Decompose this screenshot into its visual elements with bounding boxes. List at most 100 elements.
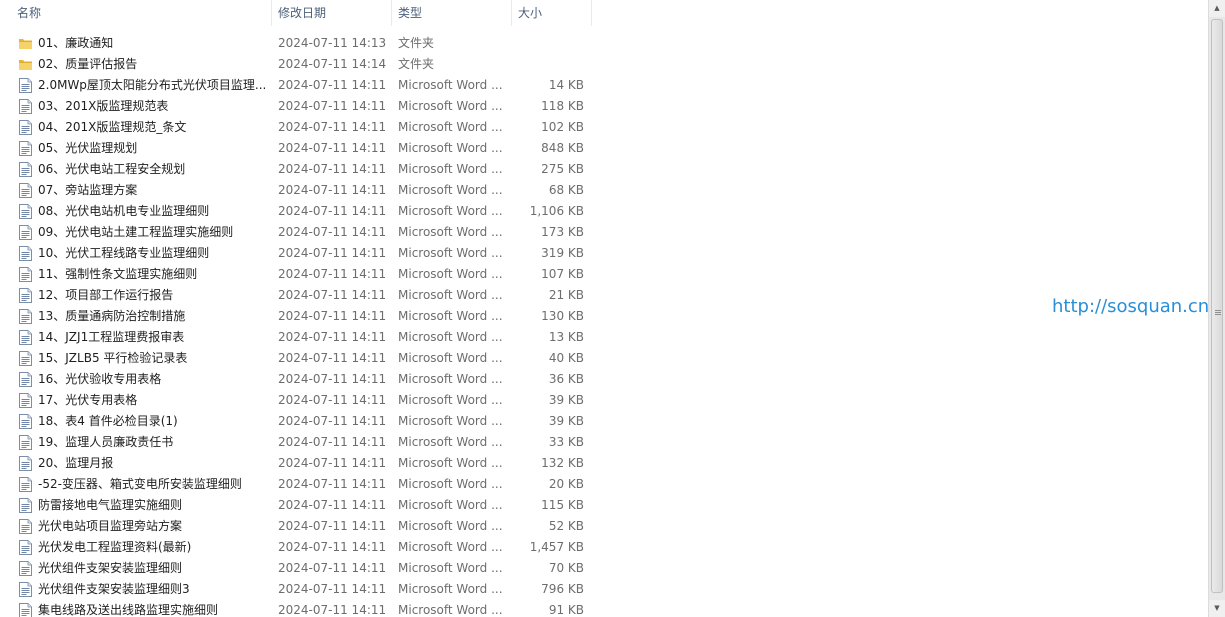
word-document-icon: [19, 246, 32, 261]
file-name: 08、光伏电站机电专业监理细则: [38, 204, 210, 218]
vertical-scrollbar[interactable]: ▲ ▼: [1208, 0, 1225, 617]
file-row[interactable]: 14、JZJ1工程监理费报审表 2024-07-11 14:11 Microso…: [0, 327, 600, 348]
file-name: 2.0MWp屋顶太阳能分布式光伏项目监理...: [38, 78, 267, 92]
file-size: 1,106 KB: [529, 204, 584, 218]
file-type: Microsoft Word ...: [398, 246, 503, 260]
column-header-type[interactable]: 类型: [392, 0, 512, 26]
scroll-up-button[interactable]: ▲: [1209, 0, 1225, 17]
file-size: 115 KB: [541, 498, 584, 512]
file-type: Microsoft Word ...: [398, 582, 503, 596]
file-row[interactable]: 集电线路及送出线路监理实施细则 2024-07-11 14:11 Microso…: [0, 600, 600, 617]
file-type: Microsoft Word ...: [398, 519, 503, 533]
file-row[interactable]: 15、JZLB5 平行检验记录表 2024-07-11 14:11 Micros…: [0, 348, 600, 369]
file-row[interactable]: 04、201X版监理规范_条文 2024-07-11 14:11 Microso…: [0, 117, 600, 138]
file-row[interactable]: 02、质量评估报告 2024-07-11 14:14 文件夹: [0, 54, 600, 75]
file-name: 04、201X版监理规范_条文: [38, 120, 187, 134]
file-name: 19、监理人员廉政责任书: [38, 435, 174, 449]
file-name: 14、JZJ1工程监理费报审表: [38, 330, 185, 344]
file-name: 12、项目部工作运行报告: [38, 288, 174, 302]
word-document-icon: [19, 561, 32, 576]
file-size: 130 KB: [541, 309, 584, 323]
column-header-name[interactable]: 名称 ˄: [0, 0, 272, 26]
file-modified-date: 2024-07-11 14:11: [278, 225, 387, 239]
file-size: 102 KB: [541, 120, 584, 134]
file-modified-date: 2024-07-11 14:11: [278, 603, 387, 617]
file-row[interactable]: 12、项目部工作运行报告 2024-07-11 14:11 Microsoft …: [0, 285, 600, 306]
file-type: Microsoft Word ...: [398, 561, 503, 575]
scroll-thumb[interactable]: [1211, 19, 1223, 593]
file-type: Microsoft Word ...: [398, 120, 503, 134]
file-row[interactable]: 光伏发电工程监理资料(最新) 2024-07-11 14:11 Microsof…: [0, 537, 600, 558]
file-type: 文件夹: [398, 57, 435, 71]
word-document-icon: [19, 225, 32, 240]
word-document-icon: [19, 372, 32, 387]
file-row[interactable]: 13、质量通病防治控制措施 2024-07-11 14:11 Microsoft…: [0, 306, 600, 327]
file-type: Microsoft Word ...: [398, 393, 503, 407]
file-modified-date: 2024-07-11 14:13: [278, 36, 387, 50]
file-modified-date: 2024-07-11 14:11: [278, 456, 387, 470]
column-header-name-label: 名称: [17, 6, 42, 20]
file-type: Microsoft Word ...: [398, 477, 503, 491]
file-row[interactable]: 09、光伏电站土建工程监理实施细则 2024-07-11 14:11 Micro…: [0, 222, 600, 243]
file-row[interactable]: 19、监理人员廉政责任书 2024-07-11 14:11 Microsoft …: [0, 432, 600, 453]
file-row[interactable]: 03、201X版监理规范表 2024-07-11 14:11 Microsoft…: [0, 96, 600, 117]
file-row[interactable]: 10、光伏工程线路专业监理细则 2024-07-11 14:11 Microso…: [0, 243, 600, 264]
column-header-type-label: 类型: [398, 6, 423, 20]
file-modified-date: 2024-07-11 14:11: [278, 162, 387, 176]
word-document-icon: [19, 183, 32, 198]
file-size: [512, 54, 584, 75]
file-row[interactable]: 01、廉政通知 2024-07-11 14:13 文件夹: [0, 33, 600, 54]
word-document-icon: [19, 519, 32, 534]
word-document-icon: [19, 141, 32, 156]
file-row[interactable]: 光伏电站项目监理旁站方案 2024-07-11 14:11 Microsoft …: [0, 516, 600, 537]
file-modified-date: 2024-07-11 14:14: [278, 57, 387, 71]
file-size: [512, 33, 584, 54]
file-explorer-window: 名称 ˄ 修改日期 类型 大小 01、廉政通知 2024-07-11 14:13…: [0, 0, 1225, 617]
word-document-icon: [19, 162, 32, 177]
file-row[interactable]: 07、旁站监理方案 2024-07-11 14:11 Microsoft Wor…: [0, 180, 600, 201]
file-size: 36 KB: [548, 372, 584, 386]
file-row[interactable]: 20、监理月报 2024-07-11 14:11 Microsoft Word …: [0, 453, 600, 474]
file-name: 13、质量通病防治控制措施: [38, 309, 186, 323]
file-type: Microsoft Word ...: [398, 267, 503, 281]
file-type: Microsoft Word ...: [398, 540, 503, 554]
file-row[interactable]: 05、光伏监理规划 2024-07-11 14:11 Microsoft Wor…: [0, 138, 600, 159]
file-row[interactable]: 光伏组件支架安装监理细则 2024-07-11 14:11 Microsoft …: [0, 558, 600, 579]
file-row[interactable]: 11、强制性条文监理实施细则 2024-07-11 14:11 Microsof…: [0, 264, 600, 285]
sort-ascending-icon: ˄: [136, 0, 141, 8]
file-row[interactable]: 06、光伏电站工程安全规划 2024-07-11 14:11 Microsoft…: [0, 159, 600, 180]
file-size: 68 KB: [548, 183, 584, 197]
file-row[interactable]: -52-变压器、箱式变电所安装监理细则 2024-07-11 14:11 Mic…: [0, 474, 600, 495]
file-modified-date: 2024-07-11 14:11: [278, 414, 387, 428]
file-row[interactable]: 08、光伏电站机电专业监理细则 2024-07-11 14:11 Microso…: [0, 201, 600, 222]
file-name: 18、表4 首件必检目录(1): [38, 414, 178, 428]
file-name: 光伏发电工程监理资料(最新): [38, 540, 192, 554]
file-type: Microsoft Word ...: [398, 78, 503, 92]
file-size: 14 KB: [548, 78, 584, 92]
column-header-size[interactable]: 大小: [512, 0, 592, 26]
file-name: 17、光伏专用表格: [38, 393, 138, 407]
word-document-icon: [19, 456, 32, 471]
file-size: 21 KB: [548, 288, 584, 302]
column-header-date[interactable]: 修改日期: [272, 0, 392, 26]
file-name: 11、强制性条文监理实施细则: [38, 267, 198, 281]
file-row[interactable]: 17、光伏专用表格 2024-07-11 14:11 Microsoft Wor…: [0, 390, 600, 411]
file-row[interactable]: 光伏组件支架安装监理细则3 2024-07-11 14:11 Microsoft…: [0, 579, 600, 600]
file-row[interactable]: 16、光伏验收专用表格 2024-07-11 14:11 Microsoft W…: [0, 369, 600, 390]
file-row[interactable]: 18、表4 首件必检目录(1) 2024-07-11 14:11 Microso…: [0, 411, 600, 432]
file-name: 01、廉政通知: [38, 36, 114, 50]
file-type: Microsoft Word ...: [398, 99, 503, 113]
file-modified-date: 2024-07-11 14:11: [278, 99, 387, 113]
word-document-icon: [19, 393, 32, 408]
word-document-icon: [19, 603, 32, 617]
file-size: 91 KB: [548, 603, 584, 617]
word-document-icon: [19, 582, 32, 597]
word-document-icon: [19, 288, 32, 303]
file-row[interactable]: 防雷接地电气监理实施细则 2024-07-11 14:11 Microsoft …: [0, 495, 600, 516]
folder-icon: [19, 39, 32, 49]
word-document-icon: [19, 309, 32, 324]
file-name: 05、光伏监理规划: [38, 141, 138, 155]
file-size: 848 KB: [541, 141, 584, 155]
scroll-down-button[interactable]: ▼: [1209, 600, 1225, 617]
file-row[interactable]: 2.0MWp屋顶太阳能分布式光伏项目监理... 2024-07-11 14:11…: [0, 75, 600, 96]
